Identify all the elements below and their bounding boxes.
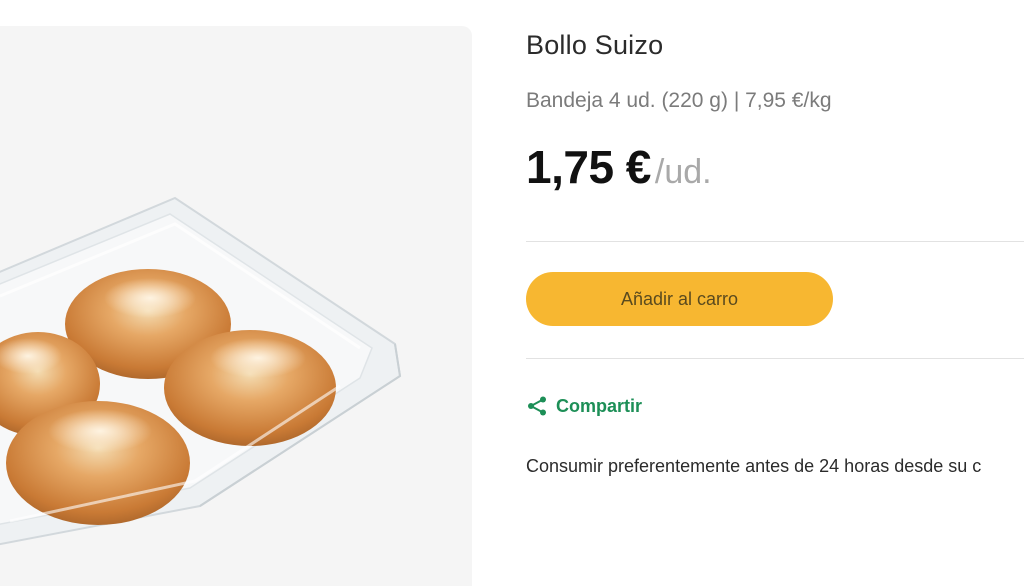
product-price: 1,75 € [526, 141, 651, 193]
divider [526, 241, 1024, 242]
share-button[interactable]: Compartir [526, 395, 642, 417]
bun-bottom [6, 401, 190, 525]
product-packaging: Bandeja 4 ud. (220 g) | 7,95 €/kg [526, 89, 832, 112]
price-row: 1,75 €/ud. [526, 140, 712, 194]
product-title: Bollo Suizo [526, 30, 664, 60]
consumption-note: Consumir preferentemente antes de 24 hor… [526, 456, 982, 476]
share-icon [526, 395, 548, 417]
add-to-cart-button[interactable]: Añadir al carro [526, 272, 833, 326]
price-unit: /ud. [654, 153, 712, 191]
divider [526, 358, 1024, 359]
product-image [0, 26, 472, 586]
share-label: Compartir [556, 395, 643, 416]
bun-right [164, 330, 336, 446]
